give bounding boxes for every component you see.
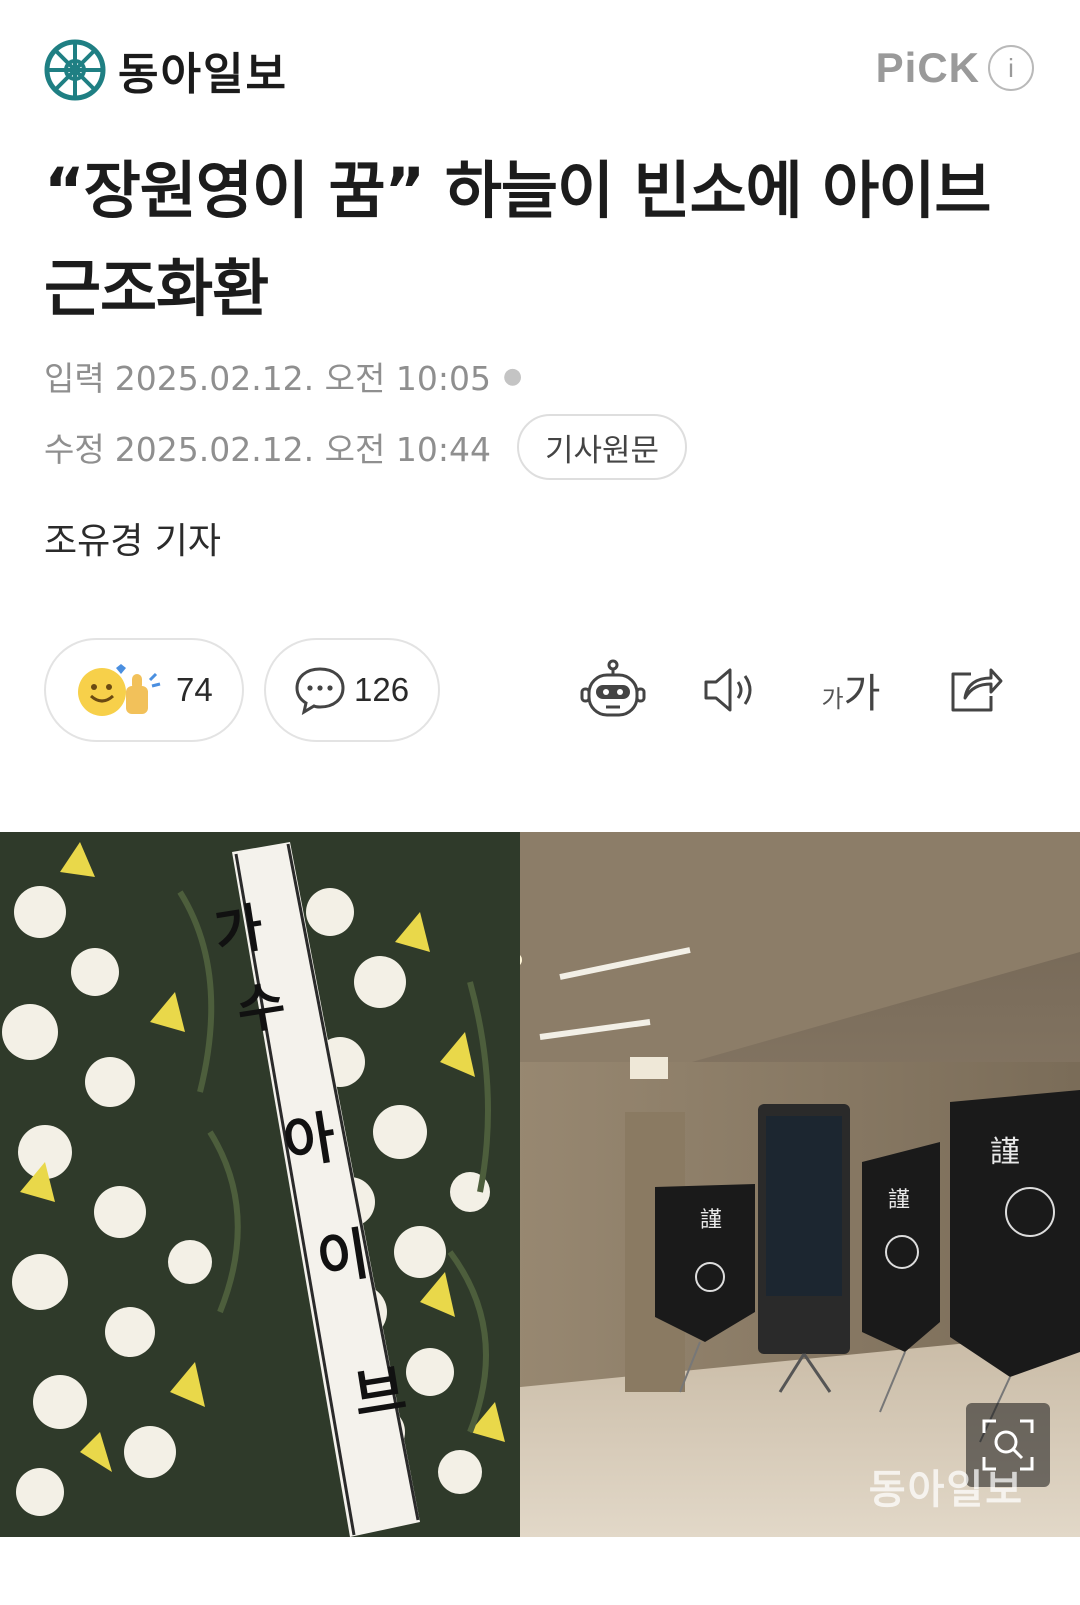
svg-text:謹: 謹	[990, 1135, 1020, 1170]
info-icon[interactable]: i	[988, 45, 1034, 91]
speaker-icon	[704, 668, 752, 712]
funeral-wreath-image: 謹 謹 謹 가 수 아 이 브	[0, 832, 1080, 1537]
font-size-button[interactable]: 가가	[816, 650, 886, 730]
svg-text:수: 수	[233, 976, 290, 1043]
reaction-button[interactable]: 74	[44, 638, 244, 742]
input-label: 입력	[44, 359, 105, 398]
reaction-emoji-icon	[78, 664, 161, 716]
edit-label: 수정	[44, 430, 105, 469]
share-icon	[951, 668, 1003, 712]
read-aloud-button[interactable]	[700, 650, 764, 730]
pick-badge[interactable]: PiCK i	[876, 44, 1034, 92]
font-big-glyph: 가	[843, 671, 881, 717]
brand-name: 동아일보	[118, 49, 288, 100]
share-button[interactable]	[944, 650, 1008, 730]
font-small-glyph: 가	[821, 685, 844, 713]
reporter-byline[interactable]: 조유경 기자	[44, 512, 221, 564]
article-headline: “장원영이 꿈” 하늘이 빈소에 아이브 근조화환	[44, 154, 991, 325]
robot-summary-icon	[580, 659, 646, 717]
original-article-button[interactable]: 기사원문	[516, 414, 688, 480]
font-size-icon: 가가	[822, 661, 881, 719]
comment-bubble-icon	[295, 667, 345, 715]
pick-label: PiCK	[875, 44, 980, 91]
svg-text:謹: 謹	[700, 1208, 722, 1233]
brand-logo[interactable]: 동아일보	[44, 38, 288, 102]
svg-text:謹: 謹	[888, 1188, 910, 1213]
edit-datetime: 2025.02.12. 오전 10:44	[114, 430, 491, 469]
article-photo[interactable]: 謹 謹 謹 가 수 아 이 브 동아일보	[0, 832, 1080, 1537]
reaction-count: 74	[176, 671, 213, 708]
svg-text:아: 아	[279, 1105, 340, 1177]
comment-count: 126	[354, 671, 410, 708]
edit-date-row: 수정 2025.02.12. 오전 10:44 기사원문	[44, 414, 688, 480]
svg-text:이: 이	[313, 1222, 374, 1294]
photo-watermark: 동아일보	[868, 1467, 1024, 1513]
comment-button[interactable]: 126	[264, 638, 440, 742]
svg-text:가: 가	[211, 898, 268, 965]
separator-dot-icon: ●	[502, 363, 523, 389]
summary-bot-button[interactable]	[578, 650, 648, 730]
input-date-row: 입력 2025.02.12. 오전 10:05 ●	[44, 352, 522, 400]
input-datetime: 2025.02.12. 오전 10:05	[114, 359, 491, 398]
header: 동아일보 PiCK i	[0, 0, 1080, 140]
svg-text:브: 브	[349, 1357, 410, 1429]
action-row: 74 126 가가	[44, 638, 1044, 742]
brand-emblem-icon	[44, 39, 106, 101]
